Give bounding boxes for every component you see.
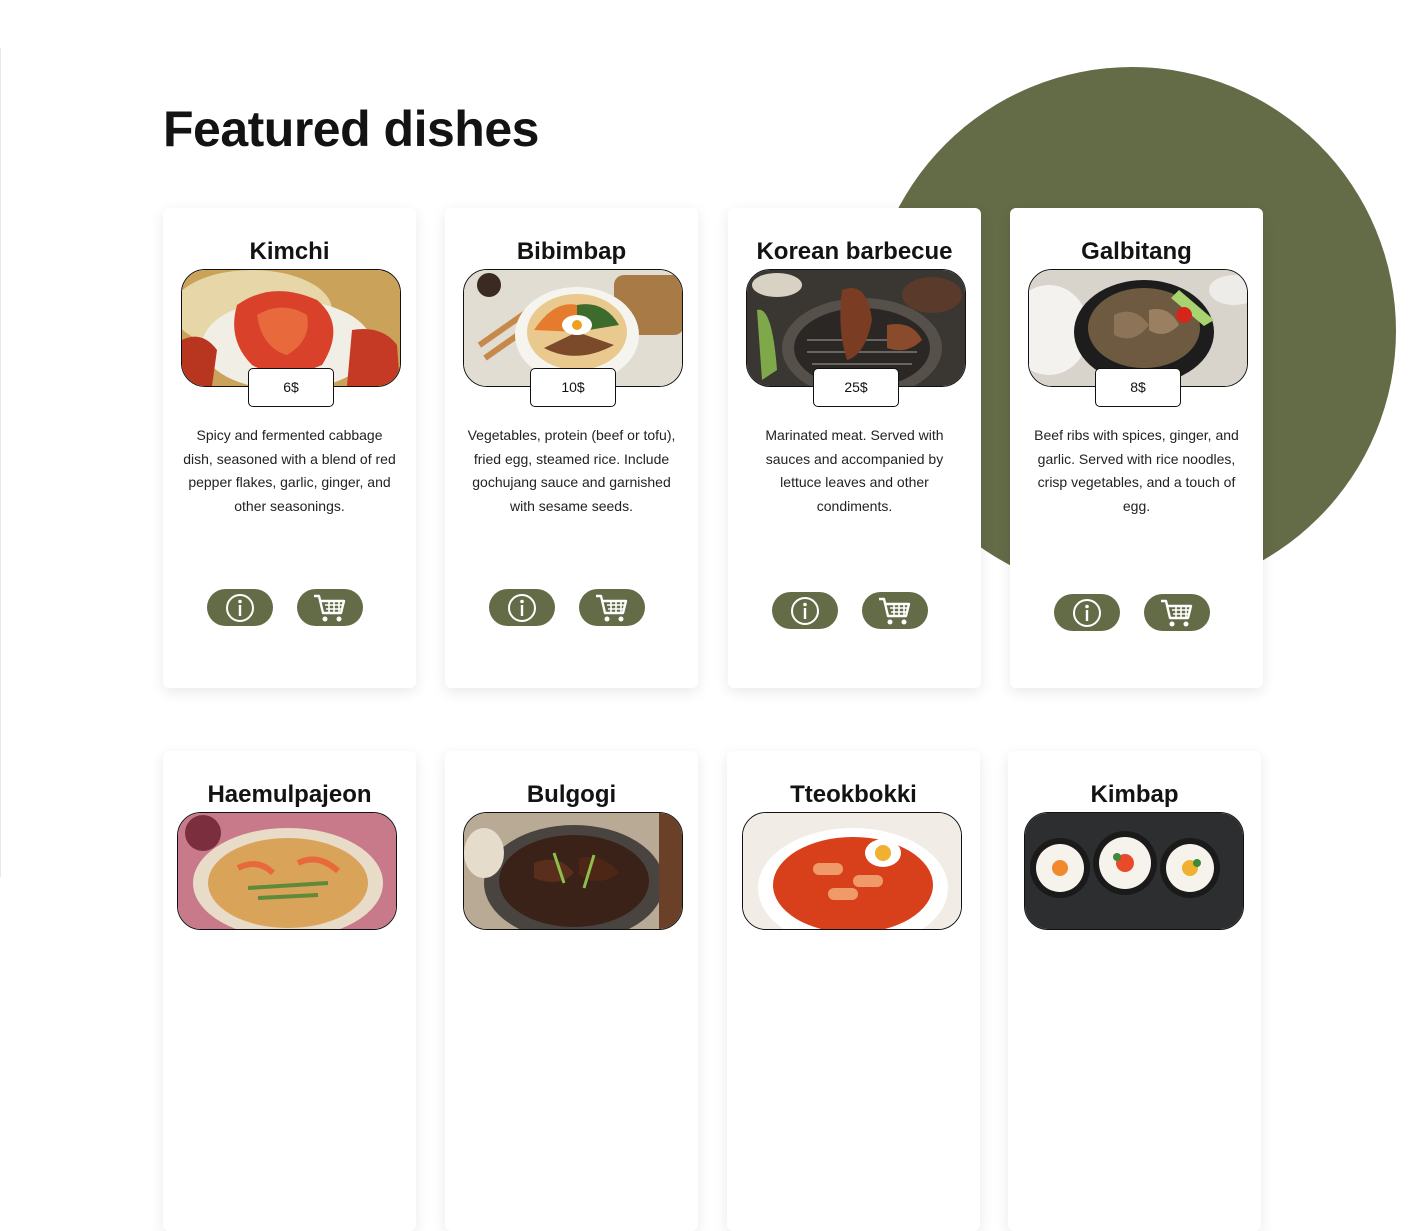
info-circle-icon: [1073, 598, 1101, 627]
dish-photo: [742, 812, 962, 930]
shopping-cart-icon: [879, 597, 911, 624]
dish-description: Vegetables, protein (beef or tofu), frie…: [467, 427, 676, 514]
left-edge-divider: [0, 48, 1, 877]
info-button[interactable]: [772, 592, 838, 629]
dish-card-galbitang: Galbitang 8$ Beef ribs with spices, ging…: [1010, 208, 1263, 688]
dish-name: Kimbap: [1090, 781, 1179, 808]
info-circle-icon: [226, 593, 254, 622]
dish-description: Spicy and fermented cabbage dish, season…: [183, 427, 396, 514]
info-button[interactable]: [207, 589, 273, 626]
price-tag: 6$: [248, 368, 334, 407]
info-circle-icon: [508, 593, 536, 622]
dish-name: Kimchi: [249, 238, 330, 265]
dish-name: Bulgogi: [526, 781, 617, 808]
price-tag: 8$: [1095, 368, 1181, 407]
dish-photo: [1024, 812, 1244, 930]
dish-description: Beef ribs with spices, ginger, and garli…: [1034, 427, 1239, 514]
shopping-cart-icon: [314, 594, 346, 621]
dish-name: Tteokbokki: [790, 781, 917, 808]
dish-name: Galbitang: [1081, 238, 1192, 265]
dish-card-bibimbap: Bibimbap 10$ Vegetables, protein (beef o…: [445, 208, 698, 688]
shopping-cart-icon: [1161, 599, 1193, 626]
info-button[interactable]: [489, 589, 555, 626]
shopping-cart-icon: [596, 594, 628, 621]
dish-card-tteokbokki: Tteokbokki: [727, 751, 980, 1231]
info-circle-icon: [791, 596, 819, 625]
add-to-cart-button[interactable]: [297, 589, 363, 626]
add-to-cart-button[interactable]: [1144, 594, 1210, 631]
dish-card-bulgogi: Bulgogi: [445, 751, 698, 1231]
add-to-cart-button[interactable]: [862, 592, 928, 629]
dish-name: Haemulpajeon: [207, 781, 372, 808]
dish-name: Korean barbecue: [756, 238, 953, 265]
price-tag: 25$: [813, 368, 899, 407]
info-button[interactable]: [1054, 594, 1120, 631]
dish-description: Marinated meat. Served with sauces and a…: [765, 427, 944, 514]
page-title: Featured dishes: [163, 101, 539, 157]
add-to-cart-button[interactable]: [579, 589, 645, 626]
dish-card-kimchi: Kimchi 6$ Spicy and fermented cabbage di…: [163, 208, 416, 688]
dish-card-kimbap: Kimbap: [1008, 751, 1261, 1231]
dish-card-korean-barbecue: Korean barbecue 25$ Marinated meat. Serv…: [728, 208, 981, 688]
dish-card-haemulpajeon: Haemulpajeon: [163, 751, 416, 1231]
dish-name: Bibimbap: [516, 238, 627, 265]
dish-photo: [463, 812, 683, 930]
dish-photo: [177, 812, 397, 930]
price-tag: 10$: [530, 368, 616, 407]
